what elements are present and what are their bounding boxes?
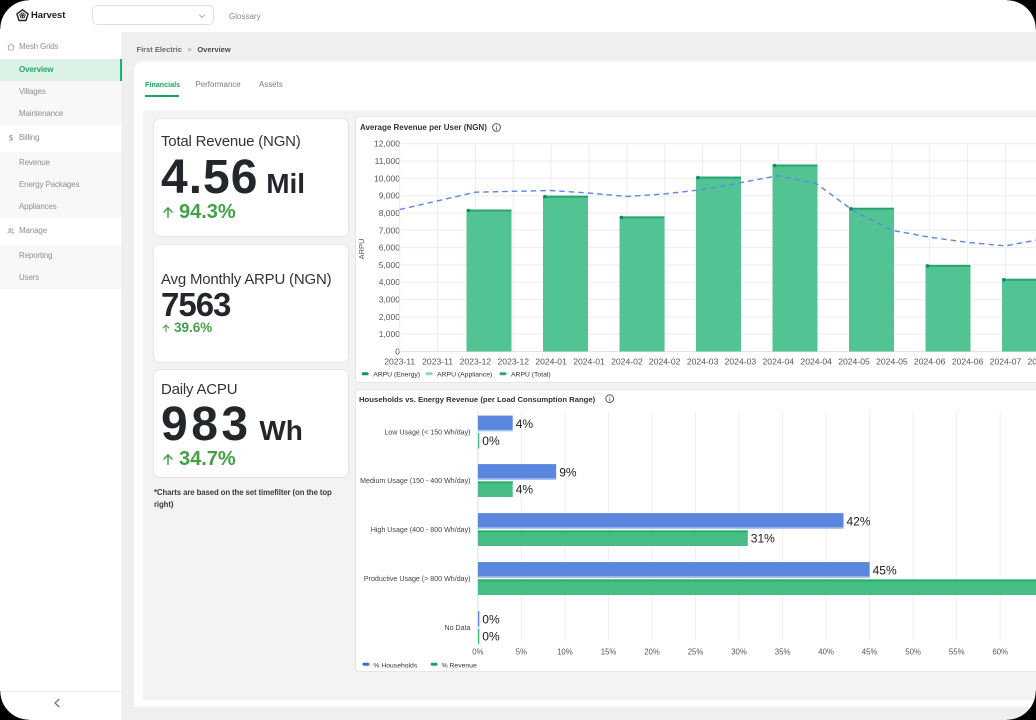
svg-text:0%: 0% [482,434,500,448]
svg-text:25%: 25% [688,648,704,657]
svg-text:10%: 10% [557,648,573,657]
svg-text:2,000: 2,000 [379,312,401,322]
svg-text:2024-03: 2024-03 [725,357,757,367]
svg-text:12,000: 12,000 [374,139,400,149]
svg-text:2024-03: 2024-03 [687,357,719,367]
svg-text:8,000: 8,000 [379,208,401,218]
svg-text:9,000: 9,000 [379,191,401,201]
svg-text:2024-02: 2024-02 [649,357,681,367]
svg-text:ARPU (Appliance): ARPU (Appliance) [437,372,492,379]
svg-text:2024-06: 2024-06 [952,357,984,367]
svg-text:2024-07: 2024-07 [990,357,1022,367]
svg-text:ARPU (Energy): ARPU (Energy) [373,372,420,379]
svg-text:1,000: 1,000 [379,329,401,339]
svg-text:6,000: 6,000 [379,243,401,253]
svg-text:0%: 0% [482,630,500,644]
svg-text:9%: 9% [559,465,577,479]
svg-text:2024-07: 2024-07 [1028,357,1036,367]
svg-text:35%: 35% [775,648,791,657]
svg-text:2024-05: 2024-05 [876,357,908,367]
svg-text:4%: 4% [516,483,534,497]
svg-text:15%: 15% [601,648,617,657]
svg-text:2024-04: 2024-04 [800,357,832,367]
svg-text:60%: 60% [992,648,1008,657]
svg-text:2023-11: 2023-11 [384,357,415,367]
svg-text:4,000: 4,000 [379,277,401,287]
svg-text:5%: 5% [516,648,527,657]
svg-text:ARPU (Total): ARPU (Total) [511,372,551,379]
svg-text:2024-06: 2024-06 [914,357,946,367]
svg-text:42%: 42% [847,514,871,528]
svg-text:2024-02: 2024-02 [611,357,643,367]
svg-text:% Households: % Households [373,662,417,669]
svg-text:5,000: 5,000 [379,260,401,270]
svg-text:10,000: 10,000 [374,173,400,183]
svg-text:Households vs. Energy Revenue: Households vs. Energy Revenue (per Load … [359,395,596,404]
svg-text:2024-04: 2024-04 [763,357,795,367]
svg-text:2023-12: 2023-12 [498,357,530,367]
svg-text:2023-11: 2023-11 [422,357,453,367]
svg-text:3,000: 3,000 [379,295,401,305]
svg-text:30%: 30% [731,648,747,657]
svg-text:0%: 0% [472,648,483,657]
svg-text:11,000: 11,000 [375,156,401,166]
svg-text:2024-01: 2024-01 [573,357,605,367]
svg-text:Productive Usage (> 800 Wh/day: Productive Usage (> 800 Wh/day) [364,575,471,583]
svg-text:45%: 45% [862,648,878,657]
svg-text:2024-01: 2024-01 [535,357,567,367]
svg-text:50%: 50% [905,648,921,657]
svg-text:20%: 20% [644,648,660,657]
svg-text:31%: 31% [751,532,775,546]
svg-text:4%: 4% [516,417,534,431]
svg-text:Low Usage (< 150 Wh/day): Low Usage (< 150 Wh/day) [384,429,470,437]
svg-text:0%: 0% [482,612,500,626]
svg-text:2023-12: 2023-12 [460,357,492,367]
svg-text:Medium Usage (150 - 400 Wh/day: Medium Usage (150 - 400 Wh/day) [360,477,470,485]
svg-text:45%: 45% [873,563,897,577]
svg-text:55%: 55% [949,648,965,657]
svg-text:40%: 40% [818,648,834,657]
svg-text:7,000: 7,000 [379,225,401,235]
svg-text:High Usage (400 - 800 Wh/day): High Usage (400 - 800 Wh/day) [371,526,471,534]
svg-text:No Data: No Data [444,624,470,632]
svg-text:% Revenue: % Revenue [442,662,477,669]
svg-text:ARPU: ARPU [357,239,366,260]
svg-text:2024-05: 2024-05 [838,357,870,367]
svg-text:Average Revenue per User (NGN): Average Revenue per User (NGN) [360,123,487,132]
